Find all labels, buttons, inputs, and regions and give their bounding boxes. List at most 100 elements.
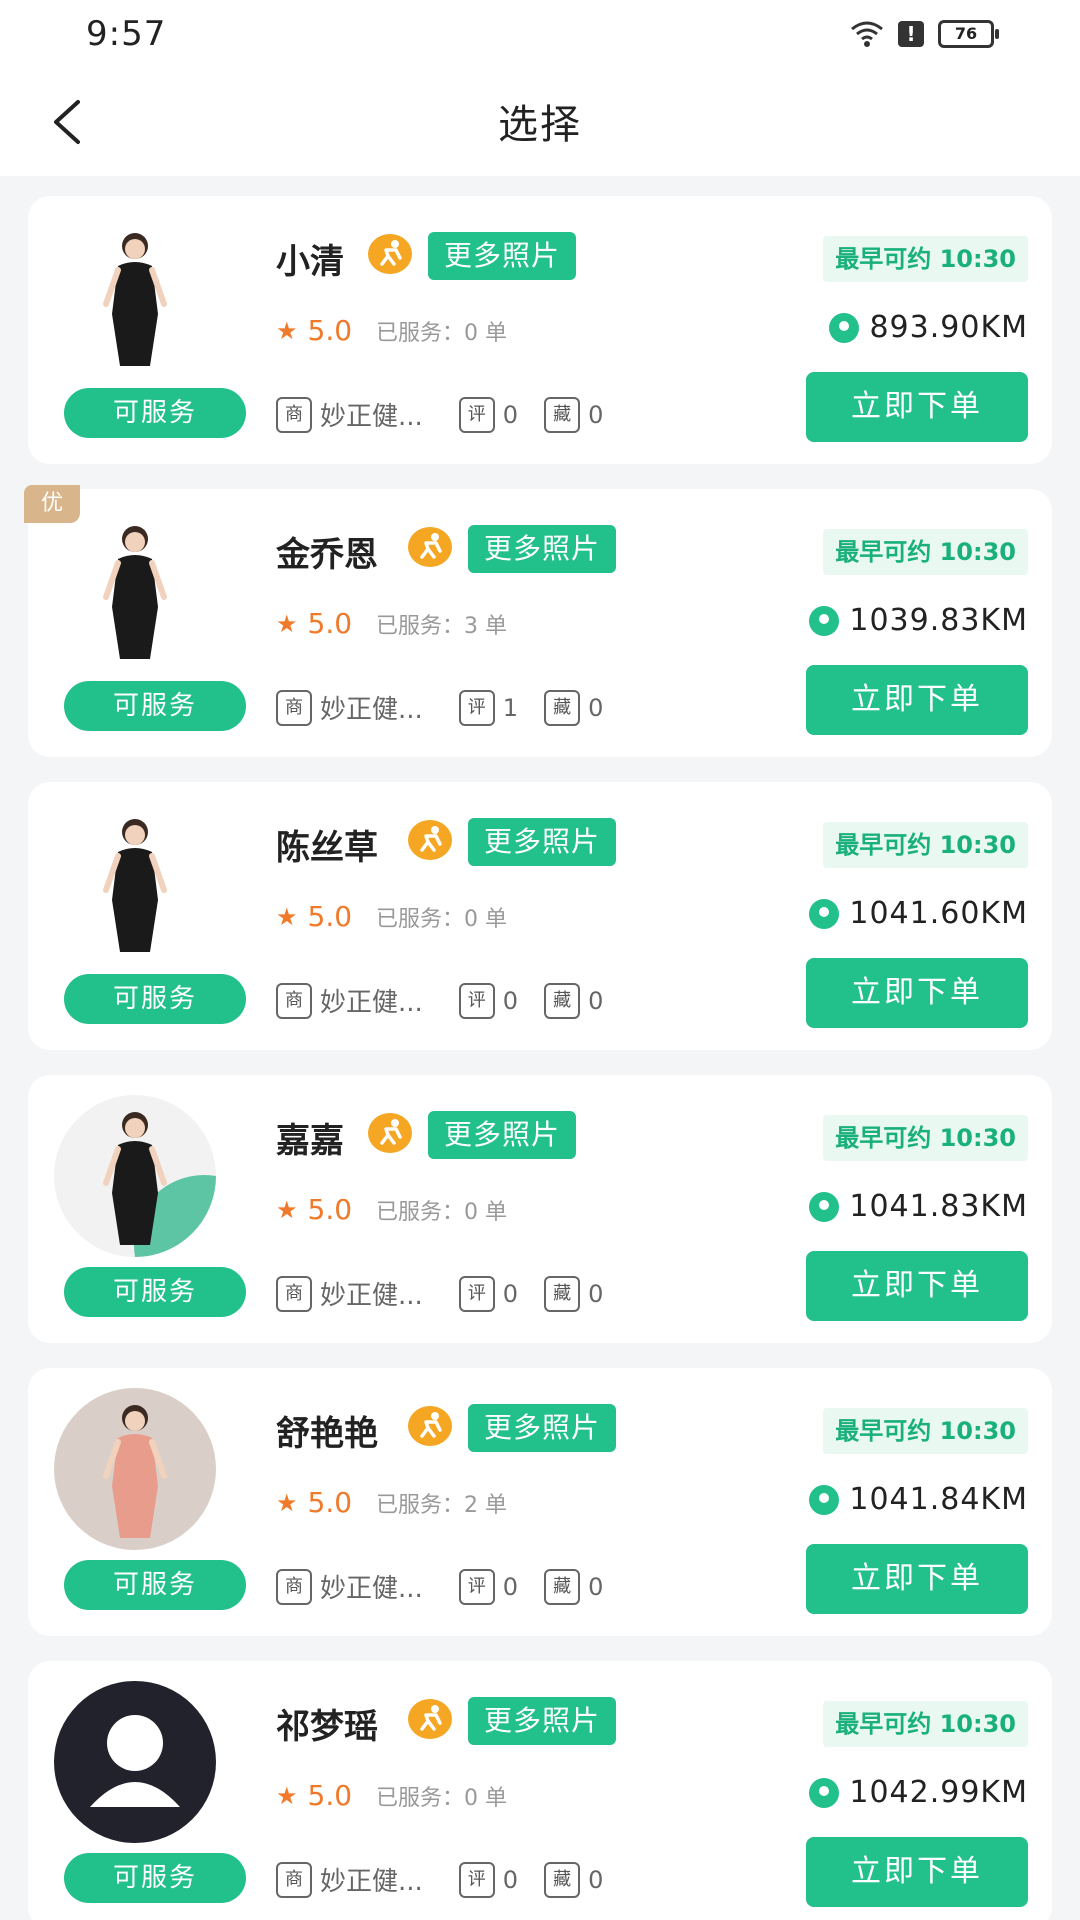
more-photos-button[interactable]: 更多照片 xyxy=(468,1404,617,1452)
distance-value: 893.90KM xyxy=(869,310,1028,345)
shop-name[interactable]: 妙正健... xyxy=(320,1861,423,1898)
favorite-icon[interactable]: 藏 xyxy=(544,689,581,726)
review-icon: 评 xyxy=(458,689,495,726)
avatar[interactable] xyxy=(54,509,216,671)
meta-row: 商 妙正健... 评 0 藏 0 xyxy=(276,1568,629,1605)
therapist-name: 嘉嘉 xyxy=(276,1121,344,1161)
shop-icon: 商 xyxy=(276,689,312,726)
served-count: 已服务：3 单 xyxy=(376,613,508,639)
more-photos-button[interactable]: 更多照片 xyxy=(468,818,617,866)
order-now-button[interactable]: 立即下单 xyxy=(806,665,1028,735)
location-pin-icon xyxy=(809,898,840,929)
order-now-button[interactable]: 立即下单 xyxy=(806,1837,1028,1907)
avatar-image xyxy=(54,802,216,964)
avatar[interactable] xyxy=(54,1681,216,1843)
therapist-card[interactable]: 可服务 陈丝草 更多照片 ★ 5.0 已服务：0 单 商 妙正健... 评 0 … xyxy=(28,782,1052,1050)
earliest-appointment: 最早可约 10:30 xyxy=(823,236,1028,282)
avatar[interactable] xyxy=(54,216,216,378)
alert-icon: ! xyxy=(898,21,924,47)
runner-glyph xyxy=(380,1119,402,1145)
star-icon: ★ xyxy=(276,1195,298,1224)
review-count: 0 xyxy=(502,1865,519,1894)
avatar[interactable] xyxy=(54,1095,216,1257)
therapist-name: 陈丝草 xyxy=(276,828,378,868)
more-photos-button[interactable]: 更多照片 xyxy=(468,525,617,573)
avatar-image xyxy=(54,509,216,671)
runner-glyph xyxy=(420,533,442,559)
meta-row: 商 妙正健... 评 0 藏 0 xyxy=(276,982,629,1019)
favorite-icon[interactable]: 藏 xyxy=(544,1861,581,1898)
distance-row: 1041.84KM xyxy=(809,1482,1028,1517)
review-icon: 评 xyxy=(458,1861,495,1898)
favorite-count: 0 xyxy=(588,1572,604,1601)
avatar[interactable] xyxy=(54,1388,216,1550)
rating-value: 5.0 xyxy=(307,1779,353,1812)
distance-row: 1041.60KM xyxy=(809,896,1028,931)
more-photos-button[interactable]: 更多照片 xyxy=(428,232,577,280)
favorite-count: 0 xyxy=(588,693,604,722)
distance-value: 1041.60KM xyxy=(849,896,1028,931)
favorite-icon[interactable]: 藏 xyxy=(544,1275,581,1312)
shop-icon: 商 xyxy=(276,396,312,433)
favorite-icon[interactable]: 藏 xyxy=(544,396,581,433)
earliest-appointment: 最早可约 10:30 xyxy=(823,1701,1028,1747)
therapist-name: 金乔恩 xyxy=(276,535,378,575)
star-icon: ★ xyxy=(276,316,298,345)
runner-icon xyxy=(408,1699,452,1739)
order-now-button[interactable]: 立即下单 xyxy=(806,1251,1028,1321)
rating-row: ★ 5.0 已服务：0 单 xyxy=(276,314,507,347)
location-pin-icon xyxy=(809,1191,840,1222)
premium-badge: 优 xyxy=(24,485,80,523)
favorite-icon[interactable]: 藏 xyxy=(544,1568,581,1605)
rating-row: ★ 5.0 已服务：0 单 xyxy=(276,900,507,933)
more-photos-button[interactable]: 更多照片 xyxy=(468,1697,617,1745)
distance-value: 1039.83KM xyxy=(849,603,1028,638)
order-now-button[interactable]: 立即下单 xyxy=(806,1544,1028,1614)
rating-row: ★ 5.0 已服务：0 单 xyxy=(276,1779,507,1812)
avatar-image xyxy=(54,1388,216,1550)
distance-value: 1041.84KM xyxy=(849,1482,1028,1517)
avatar[interactable] xyxy=(54,802,216,964)
page-title: 选择 xyxy=(498,102,582,148)
location-pin-icon xyxy=(809,605,840,636)
runner-glyph xyxy=(380,240,402,266)
therapist-card[interactable]: 可服务 祁梦瑶 更多照片 ★ 5.0 已服务：0 单 商 妙正健... 评 0 … xyxy=(28,1661,1052,1920)
order-now-button[interactable]: 立即下单 xyxy=(806,372,1028,442)
available-status-badge: 可服务 xyxy=(64,681,246,731)
meta-row: 商 妙正健... 评 0 藏 0 xyxy=(276,1861,629,1898)
therapist-card[interactable]: 可服务 舒艳艳 更多照片 ★ 5.0 已服务：2 单 商 妙正健... 评 0 … xyxy=(28,1368,1052,1636)
rating-value: 5.0 xyxy=(307,314,353,347)
star-icon: ★ xyxy=(276,1488,298,1517)
shop-name[interactable]: 妙正健... xyxy=(320,689,423,726)
shop-icon: 商 xyxy=(276,1861,312,1898)
order-now-button[interactable]: 立即下单 xyxy=(806,958,1028,1028)
runner-icon xyxy=(408,820,452,860)
rating-value: 5.0 xyxy=(307,1486,353,1519)
earliest-appointment: 最早可约 10:30 xyxy=(823,1115,1028,1161)
shop-name[interactable]: 妙正健... xyxy=(320,982,423,1019)
served-count: 已服务：2 单 xyxy=(376,1492,508,1518)
therapist-card[interactable]: 可服务 小清 更多照片 ★ 5.0 已服务：0 单 商 妙正健... 评 0 藏… xyxy=(28,196,1052,464)
shop-name[interactable]: 妙正健... xyxy=(320,396,423,433)
more-photos-button[interactable]: 更多照片 xyxy=(428,1111,577,1159)
location-pin-icon xyxy=(809,1484,840,1515)
location-pin-icon xyxy=(829,312,860,343)
runner-glyph xyxy=(420,826,442,852)
therapist-card[interactable]: 可服务 嘉嘉 更多照片 ★ 5.0 已服务：0 单 商 妙正健... 评 0 藏… xyxy=(28,1075,1052,1343)
therapist-name: 舒艳艳 xyxy=(276,1414,378,1454)
served-count: 已服务：0 单 xyxy=(376,1199,508,1225)
review-count: 0 xyxy=(502,986,519,1015)
runner-icon xyxy=(408,1406,452,1446)
review-count: 0 xyxy=(502,1572,519,1601)
shop-icon: 商 xyxy=(276,1275,312,1312)
review-icon: 评 xyxy=(458,982,495,1019)
therapist-card[interactable]: 优 可服务 金乔恩 更多照片 ★ 5.0 已服务：3 单 商 妙正健... 评 … xyxy=(24,485,1052,757)
shop-name[interactable]: 妙正健... xyxy=(320,1568,423,1605)
shop-icon: 商 xyxy=(276,1568,312,1605)
wifi-icon xyxy=(851,21,883,47)
shop-name[interactable]: 妙正健... xyxy=(320,1275,423,1312)
favorite-icon[interactable]: 藏 xyxy=(544,982,581,1019)
served-count: 已服务：0 单 xyxy=(376,906,508,932)
status-time: 9:57 xyxy=(86,14,167,54)
available-status-badge: 可服务 xyxy=(64,974,246,1024)
